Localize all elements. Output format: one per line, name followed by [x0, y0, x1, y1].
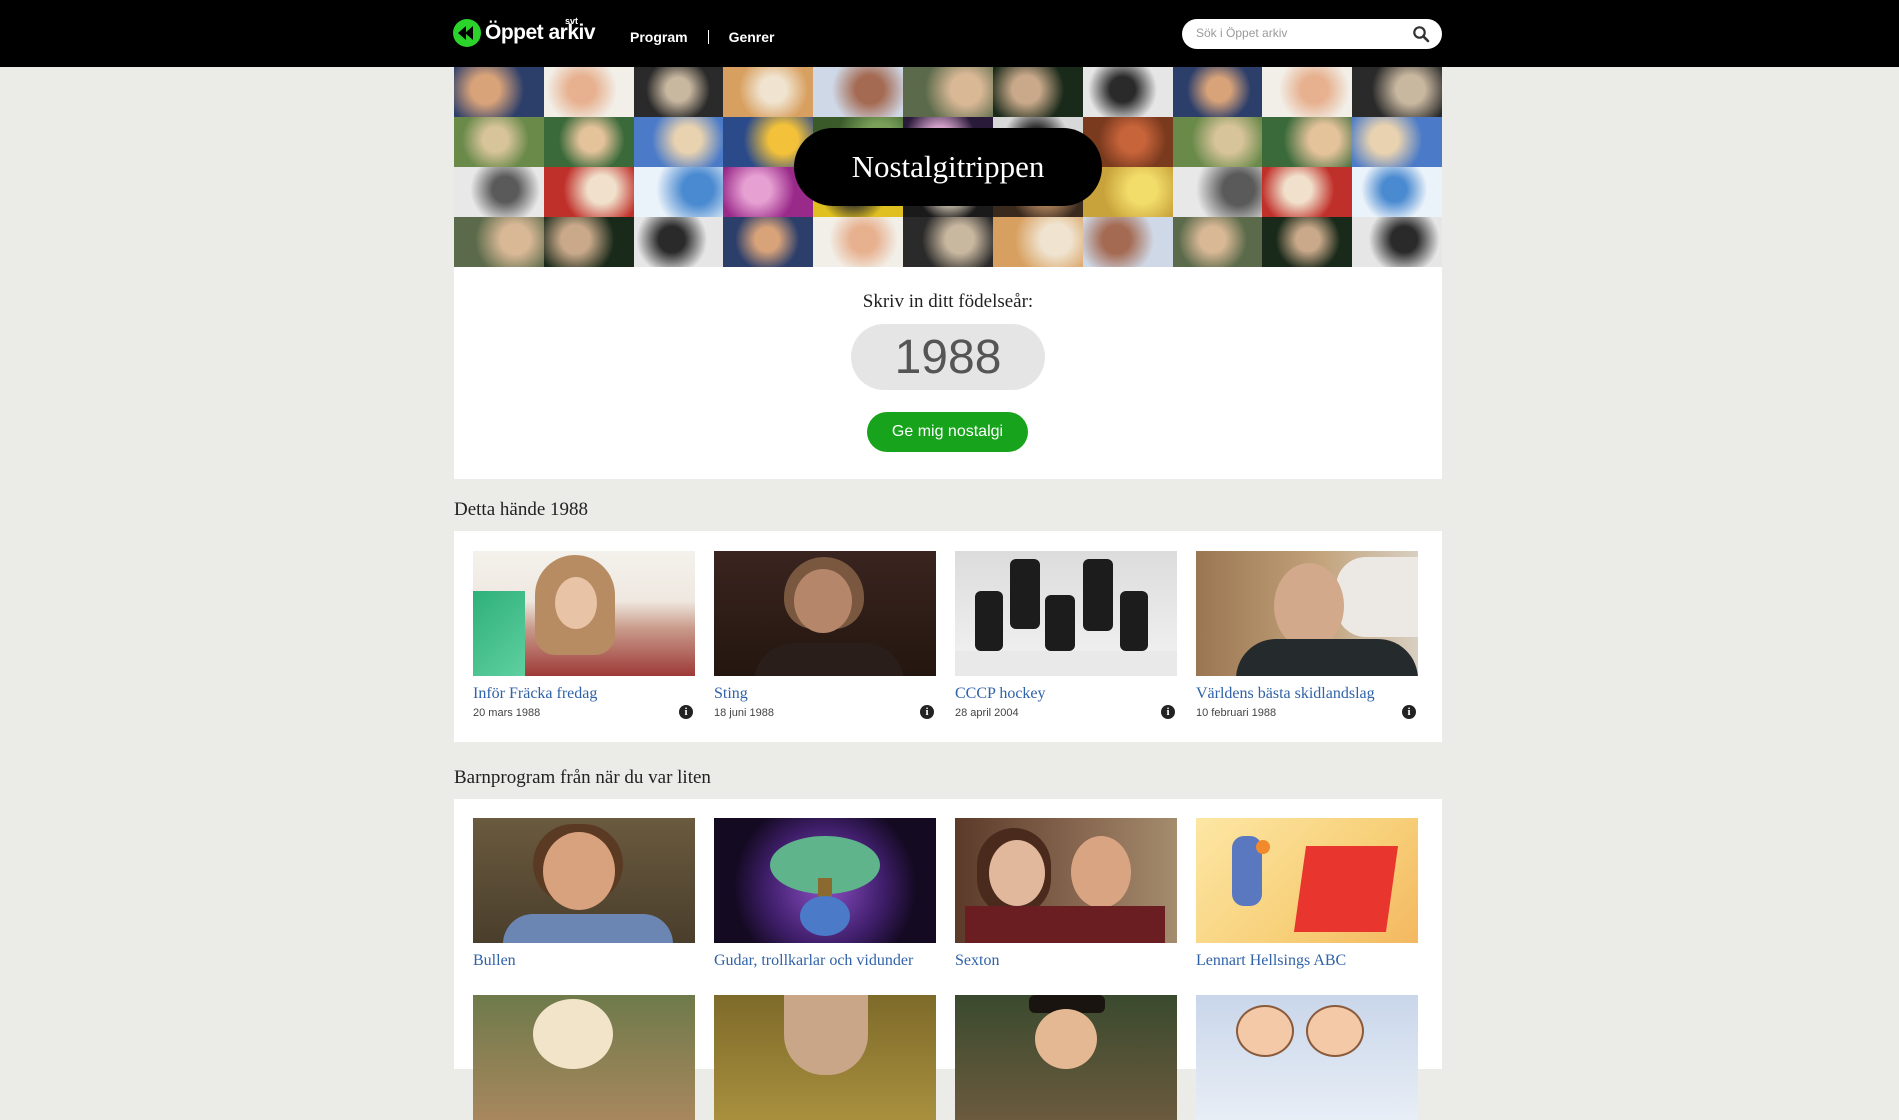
collage-tile	[1352, 67, 1442, 117]
collage-tile	[633, 117, 724, 167]
happened-card[interactable]: Världens bästa skidlandslag 10 februari …	[1196, 551, 1418, 719]
collage-tile	[1172, 217, 1263, 267]
collage-tile	[543, 117, 634, 167]
card-title[interactable]: Gudar, trollkarlar och vidunder	[714, 952, 936, 970]
card-title[interactable]: CCCP hockey	[955, 685, 1177, 703]
collage-tile	[1352, 117, 1442, 167]
card-title[interactable]: Världens bästa skidlandslag	[1196, 685, 1418, 703]
collage-tile	[454, 117, 544, 167]
collage-tile	[992, 217, 1083, 267]
collage-tile	[992, 67, 1083, 117]
info-icon[interactable]: i	[1161, 705, 1175, 719]
kids-panel: Bullen Gudar, trollkarlar och vidunder S…	[454, 799, 1442, 1120]
thumbnail-kids-row2-3[interactable]	[955, 995, 1177, 1120]
thumbnail-kids-row2-4[interactable]	[1196, 995, 1418, 1120]
search-box	[1182, 19, 1442, 49]
collage-tile	[723, 67, 814, 117]
kids-card[interactable]	[955, 995, 1177, 1120]
kids-card[interactable]	[1196, 995, 1418, 1120]
main-nav: Program Genrer	[630, 29, 775, 45]
collage-tile	[723, 217, 814, 267]
card-title[interactable]: Sexton	[955, 952, 1177, 970]
info-icon[interactable]: i	[1402, 705, 1416, 719]
collage-tile	[1082, 217, 1173, 267]
card-date: 28 april 2004	[955, 707, 1019, 719]
kids-card[interactable]	[714, 995, 936, 1120]
nav-divider	[707, 30, 709, 44]
svt-label: svt	[565, 16, 579, 26]
collage-tile	[1262, 167, 1353, 217]
collage-tile	[454, 217, 544, 267]
give-nostalgia-button[interactable]: Ge mig nostalgi	[867, 412, 1028, 452]
nav-item-genrer[interactable]: Genrer	[729, 29, 775, 45]
collage-tile	[633, 67, 724, 117]
card-date: 18 juni 1988	[714, 707, 774, 719]
card-title[interactable]: Inför Fräcka fredag	[473, 685, 695, 703]
thumbnail-kids-row2-1[interactable]	[473, 995, 695, 1120]
kids-card[interactable]: Lennart Hellsings ABC	[1196, 818, 1418, 970]
collage-tile	[1262, 217, 1353, 267]
collage-tile	[633, 167, 724, 217]
thumbnail-sexton[interactable]	[955, 818, 1177, 943]
birth-year-input[interactable]	[851, 324, 1045, 390]
search-icon[interactable]	[1412, 25, 1430, 43]
collage-tile	[1172, 117, 1263, 167]
oppet-arkiv-logo[interactable]: Öppet arkiv svt	[453, 16, 596, 48]
nav-item-program[interactable]: Program	[630, 29, 688, 45]
collage-tile	[1172, 67, 1263, 117]
kids-section-title: Barnprogram från när du var liten	[454, 767, 711, 788]
happened-card[interactable]: CCCP hockey 28 april 2004 i	[955, 551, 1177, 719]
thumbnail-lennart-hellsing-abc[interactable]	[1196, 818, 1418, 943]
happened-card[interactable]: Inför Fräcka fredag 20 mars 1988 i	[473, 551, 695, 719]
thumbnail-cccp-hockey[interactable]	[955, 551, 1177, 676]
thumbnail-skidlandslag[interactable]	[1196, 551, 1418, 676]
info-icon[interactable]: i	[679, 705, 693, 719]
collage-tile	[813, 67, 904, 117]
collage-tile	[543, 217, 634, 267]
thumbnail-bullen[interactable]	[473, 818, 695, 943]
collage-tile	[1352, 217, 1442, 267]
card-title[interactable]: Bullen	[473, 952, 695, 970]
collage-tile	[1082, 67, 1173, 117]
birth-year-label: Skriv in ditt födelseår:	[862, 291, 1034, 312]
top-bar: Öppet arkiv svt Program Genrer	[0, 0, 1899, 67]
thumbnail-fracka-fredag[interactable]	[473, 551, 695, 676]
collage-tile	[903, 217, 994, 267]
hero-title: Nostalgitrippen	[794, 128, 1102, 206]
collage-tile	[1262, 67, 1353, 117]
logo-text: Öppet arkiv	[485, 21, 596, 44]
card-title[interactable]: Sting	[714, 685, 936, 703]
collage-tile	[903, 67, 994, 117]
collage-tile	[1262, 117, 1353, 167]
thumbnail-kids-row2-2[interactable]	[714, 995, 936, 1120]
card-date: 10 februari 1988	[1196, 707, 1277, 719]
happened-panel: Inför Fräcka fredag 20 mars 1988 i Sting…	[454, 531, 1442, 742]
kids-card[interactable]: Bullen	[473, 818, 695, 970]
thumbnail-gudar-trollkarlar[interactable]	[714, 818, 936, 943]
collage-tile	[1172, 167, 1263, 217]
rewind-logo-icon	[453, 19, 481, 47]
collage-tile	[454, 167, 544, 217]
happened-section-title: Detta hände 1988	[454, 499, 589, 520]
search-input[interactable]	[1196, 26, 1406, 40]
kids-card[interactable]	[473, 995, 695, 1120]
kids-card[interactable]: Sexton	[955, 818, 1177, 970]
birth-year-panel: Skriv in ditt födelseår: Ge mig nostalgi	[454, 267, 1442, 479]
collage-tile	[454, 67, 544, 117]
info-icon[interactable]: i	[920, 705, 934, 719]
thumbnail-sting[interactable]	[714, 551, 936, 676]
card-date: 20 mars 1988	[473, 707, 541, 719]
collage-tile	[543, 167, 634, 217]
collage-tile	[543, 67, 634, 117]
happened-card[interactable]: Sting 18 juni 1988 i	[714, 551, 936, 719]
collage-tile	[813, 217, 904, 267]
kids-card[interactable]: Gudar, trollkarlar och vidunder	[714, 818, 936, 970]
collage-tile	[1352, 167, 1442, 217]
card-title[interactable]: Lennart Hellsings ABC	[1196, 952, 1418, 970]
collage-tile	[633, 217, 724, 267]
